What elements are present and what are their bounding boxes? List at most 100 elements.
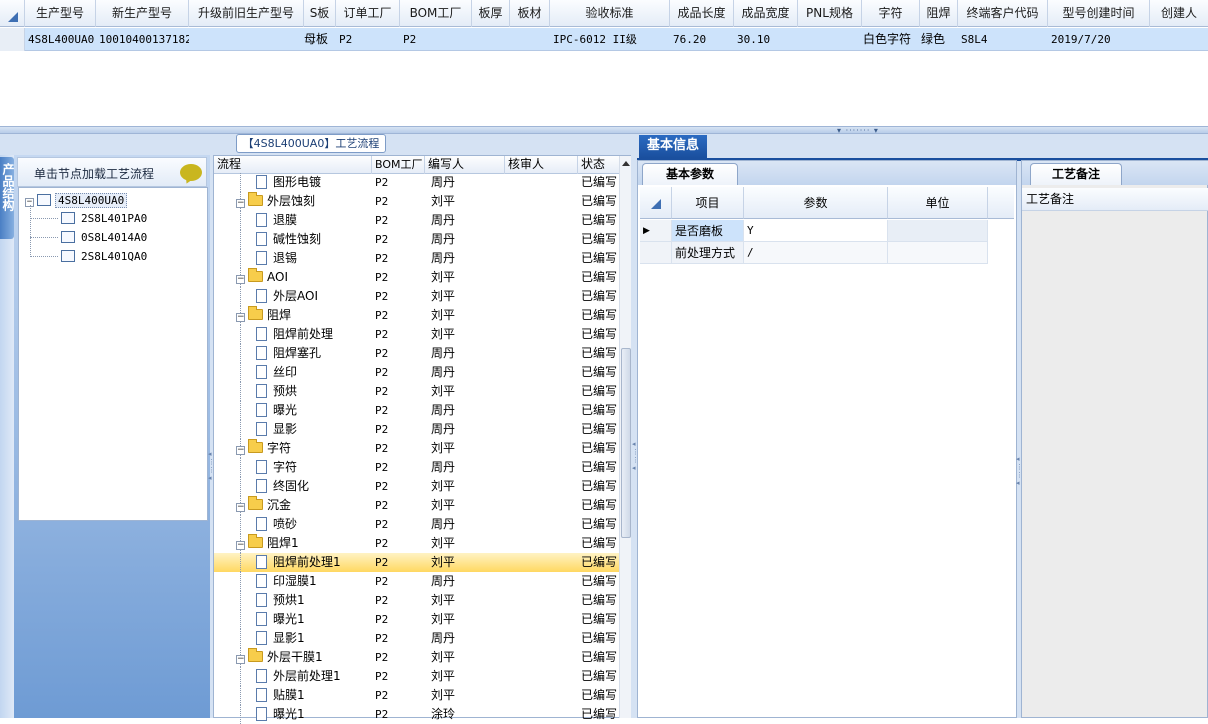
- flow-step-row[interactable]: 显影1 P2 周丹 已编写: [214, 629, 619, 648]
- flow-name-cell[interactable]: 预烘: [256, 382, 297, 401]
- flow-group-row[interactable]: − 外层干膜1 P2 刘平 已编写: [214, 648, 619, 667]
- col-header-width[interactable]: 成品宽度: [734, 0, 798, 27]
- cell-creator[interactable]: [1150, 28, 1208, 51]
- flow-bom-cell[interactable]: P2: [375, 610, 388, 629]
- tab-process-notes[interactable]: 工艺备注: [1030, 163, 1122, 185]
- cell-width[interactable]: 30.10: [734, 28, 798, 51]
- flow-name-cell[interactable]: 外层AOI: [256, 287, 318, 306]
- flow-author-cell[interactable]: 周丹: [431, 363, 455, 382]
- flow-status-cell[interactable]: 已编写: [581, 420, 617, 439]
- col-header-new-model[interactable]: 新生产型号: [96, 0, 189, 27]
- col-header-creator[interactable]: 创建人: [1150, 0, 1208, 27]
- flow-bom-cell[interactable]: P2: [375, 629, 388, 648]
- flow-step-row[interactable]: 曝光 P2 周丹 已编写: [214, 401, 619, 420]
- flow-name-cell[interactable]: − 外层蚀刻: [236, 192, 315, 211]
- cell-length[interactable]: 76.20: [670, 28, 734, 51]
- flow-bom-cell[interactable]: P2: [375, 173, 388, 192]
- col-header-s-board[interactable]: S板: [304, 0, 336, 27]
- param-unit-cell[interactable]: [888, 220, 988, 242]
- flow-status-cell[interactable]: 已编写: [581, 610, 617, 629]
- flow-author-cell[interactable]: 周丹: [431, 211, 455, 230]
- flow-author-cell[interactable]: 刘平: [431, 382, 455, 401]
- flow-bom-cell[interactable]: P2: [375, 363, 388, 382]
- flow-author-cell[interactable]: 刘平: [431, 439, 455, 458]
- col-header-reviewer[interactable]: 核审人: [505, 156, 578, 174]
- col-header-param[interactable]: 参数: [744, 187, 888, 219]
- tab-basic-info[interactable]: 基本信息: [639, 135, 707, 158]
- col-header-old-model[interactable]: 升级前旧生产型号: [189, 0, 304, 27]
- flow-author-cell[interactable]: 刘平: [431, 667, 455, 686]
- flow-author-cell[interactable]: 刘平: [431, 686, 455, 705]
- flow-name-cell[interactable]: 显影1: [256, 629, 305, 648]
- collapse-icon[interactable]: −: [236, 503, 245, 512]
- col-header-customer-code[interactable]: 终端客户代码: [958, 0, 1048, 27]
- flow-bom-cell[interactable]: P2: [375, 420, 388, 439]
- flow-status-cell[interactable]: 已编写: [581, 401, 617, 420]
- flow-group-row[interactable]: − 外层蚀刻 P2 刘平 已编写: [214, 192, 619, 211]
- flow-name-cell[interactable]: − 沉金: [236, 496, 291, 515]
- flow-name-cell[interactable]: 印湿膜1: [256, 572, 317, 591]
- flow-status-cell[interactable]: 已编写: [581, 591, 617, 610]
- flow-status-cell[interactable]: 已编写: [581, 363, 617, 382]
- flow-author-cell[interactable]: 刘平: [431, 325, 455, 344]
- col-header-material[interactable]: 板材: [510, 0, 550, 27]
- flow-author-cell[interactable]: 周丹: [431, 420, 455, 439]
- flow-name-cell[interactable]: 预烘1: [256, 591, 305, 610]
- cell-model[interactable]: 4S8L400UA0: [25, 28, 96, 51]
- flow-step-row[interactable]: 显影 P2 周丹 已编写: [214, 420, 619, 439]
- flow-author-cell[interactable]: 周丹: [431, 249, 455, 268]
- flow-bom-cell[interactable]: P2: [375, 325, 388, 344]
- flow-name-cell[interactable]: 喷砂: [256, 515, 297, 534]
- flow-name-cell[interactable]: 阻焊塞孔: [256, 344, 321, 363]
- cell-standard[interactable]: IPC-6012 II级: [550, 28, 670, 51]
- flow-name-cell[interactable]: 图形电镀: [256, 173, 321, 192]
- flow-bom-cell[interactable]: P2: [375, 401, 388, 420]
- flow-bom-cell[interactable]: P2: [375, 515, 388, 534]
- param-unit-cell[interactable]: [888, 242, 988, 264]
- flow-bom-cell[interactable]: P2: [375, 249, 388, 268]
- col-header-unit[interactable]: 单位: [888, 187, 988, 219]
- flow-bom-cell[interactable]: P2: [375, 344, 388, 363]
- flow-bom-cell[interactable]: P2: [375, 211, 388, 230]
- flow-step-row[interactable]: 外层AOI P2 刘平 已编写: [214, 287, 619, 306]
- flow-status-cell[interactable]: 已编写: [581, 458, 617, 477]
- cell-pnl[interactable]: [798, 28, 862, 51]
- flow-bom-cell[interactable]: P2: [375, 648, 388, 667]
- flow-bom-cell[interactable]: P2: [375, 439, 388, 458]
- flow-bom-cell[interactable]: P2: [375, 477, 388, 496]
- flow-author-cell[interactable]: 刘平: [431, 192, 455, 211]
- flow-step-row[interactable]: 曝光1 P2 涂玲 已编写: [214, 705, 619, 724]
- flow-step-row[interactable]: 碱性蚀刻 P2 周丹 已编写: [214, 230, 619, 249]
- col-header-solder-mask[interactable]: 阻焊: [920, 0, 958, 27]
- flow-group-row[interactable]: − 阻焊1 P2 刘平 已编写: [214, 534, 619, 553]
- cell-silkscreen[interactable]: 白色字符: [860, 28, 920, 51]
- flow-bom-cell[interactable]: P2: [375, 496, 388, 515]
- flow-status-cell[interactable]: 已编写: [581, 344, 617, 363]
- col-header-status[interactable]: 状态: [578, 156, 619, 174]
- flow-name-cell[interactable]: 曝光1: [256, 705, 305, 724]
- flow-bom-cell[interactable]: P2: [375, 705, 388, 724]
- flow-author-cell[interactable]: 周丹: [431, 572, 455, 591]
- cell-solder-mask[interactable]: 绿色: [918, 28, 958, 51]
- flow-bom-cell[interactable]: P2: [375, 287, 388, 306]
- collapse-icon[interactable]: −: [236, 275, 245, 284]
- flow-status-cell[interactable]: 已编写: [581, 705, 617, 724]
- flow-status-cell[interactable]: 已编写: [581, 648, 617, 667]
- cell-order-factory[interactable]: P2: [336, 28, 400, 51]
- row-pointer-icon[interactable]: ▶: [640, 220, 672, 242]
- flow-name-cell[interactable]: 外层前处理1: [256, 667, 341, 686]
- flow-name-cell[interactable]: − 字符: [236, 439, 291, 458]
- flow-status-cell[interactable]: 已编写: [581, 477, 617, 496]
- cell-old-model[interactable]: [189, 28, 304, 51]
- grid-corner[interactable]: [0, 0, 25, 27]
- flow-name-cell[interactable]: 字符: [256, 458, 297, 477]
- flow-bom-cell[interactable]: P2: [375, 534, 388, 553]
- flow-author-cell[interactable]: 刘平: [431, 610, 455, 629]
- flow-status-cell[interactable]: 已编写: [581, 382, 617, 401]
- cell-customer-code[interactable]: S8L4: [958, 28, 1048, 51]
- cell-material[interactable]: [510, 28, 550, 51]
- flow-name-cell[interactable]: 退膜: [256, 211, 297, 230]
- flow-name-cell[interactable]: 曝光: [256, 401, 297, 420]
- flow-step-row[interactable]: 预烘 P2 刘平 已编写: [214, 382, 619, 401]
- flow-bom-cell[interactable]: P2: [375, 268, 388, 287]
